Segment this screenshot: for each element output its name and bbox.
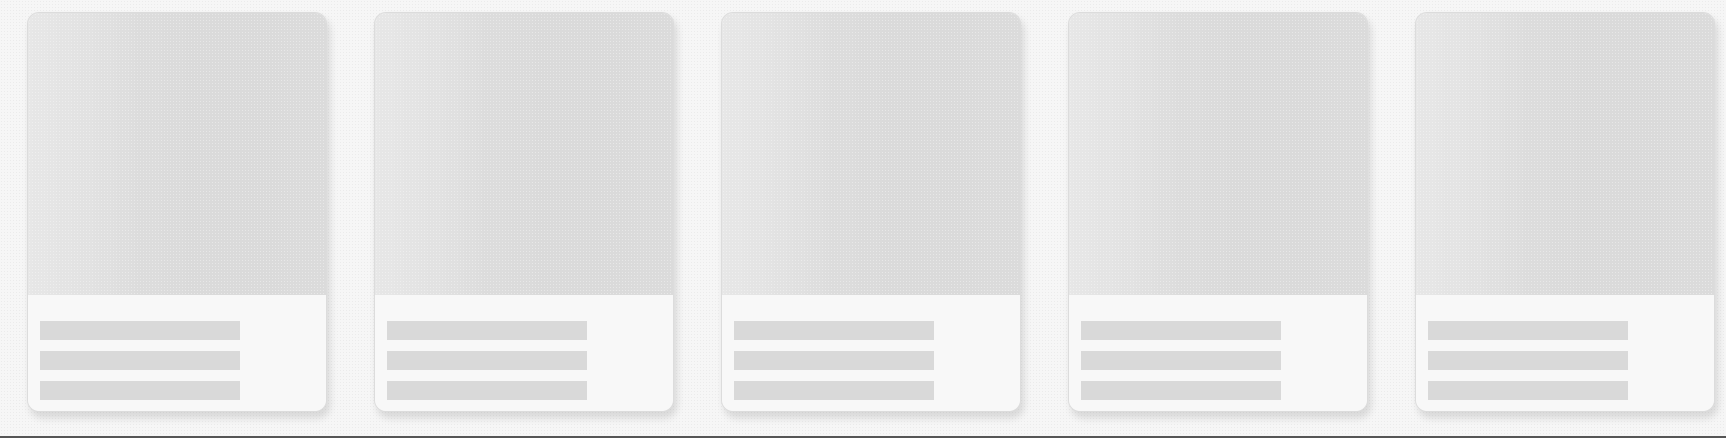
image-placeholder bbox=[1069, 13, 1367, 295]
text-line-placeholder bbox=[387, 351, 587, 370]
text-line-placeholder bbox=[1428, 351, 1628, 370]
text-line-placeholder bbox=[1428, 321, 1628, 340]
text-line-placeholder bbox=[40, 321, 240, 340]
skeleton-card bbox=[374, 12, 674, 412]
image-placeholder bbox=[28, 13, 326, 295]
text-line-placeholder bbox=[734, 321, 934, 340]
text-line-placeholder bbox=[1081, 381, 1281, 400]
text-line-placeholder bbox=[387, 381, 587, 400]
card-body-placeholder bbox=[28, 295, 326, 411]
card-body-placeholder bbox=[375, 295, 673, 411]
card-row bbox=[27, 12, 1715, 412]
text-line-placeholder bbox=[40, 351, 240, 370]
image-placeholder bbox=[722, 13, 1020, 295]
text-line-placeholder bbox=[1081, 351, 1281, 370]
text-line-placeholder bbox=[40, 381, 240, 400]
text-line-placeholder bbox=[387, 321, 587, 340]
image-placeholder bbox=[375, 13, 673, 295]
image-placeholder bbox=[1416, 13, 1714, 295]
skeleton-card bbox=[1068, 12, 1368, 412]
card-body-placeholder bbox=[1069, 295, 1367, 411]
skeleton-card bbox=[27, 12, 327, 412]
text-line-placeholder bbox=[734, 381, 934, 400]
card-body-placeholder bbox=[722, 295, 1020, 411]
text-line-placeholder bbox=[734, 351, 934, 370]
text-line-placeholder bbox=[1081, 321, 1281, 340]
skeleton-page bbox=[0, 0, 1726, 438]
skeleton-card bbox=[721, 12, 1021, 412]
text-line-placeholder bbox=[1428, 381, 1628, 400]
skeleton-card bbox=[1415, 12, 1715, 412]
card-body-placeholder bbox=[1416, 295, 1714, 411]
